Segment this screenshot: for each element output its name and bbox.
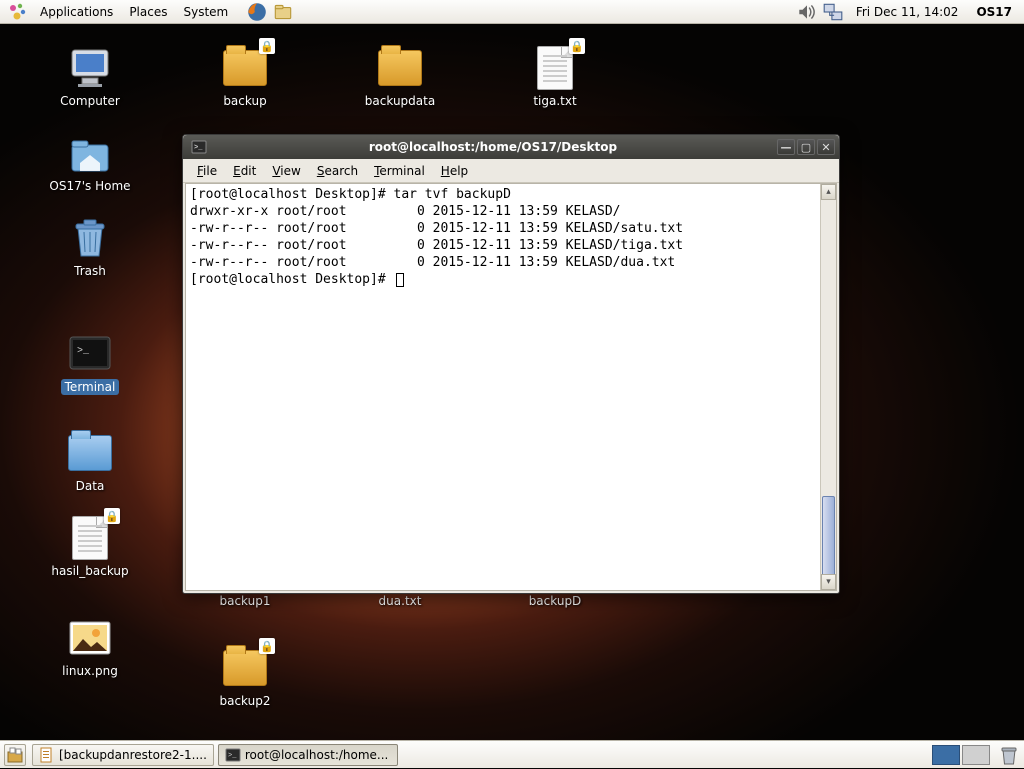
icon-label: Terminal (61, 379, 120, 395)
task-button-terminal[interactable]: >_ root@localhost:/home... (218, 744, 398, 766)
minimize-button[interactable]: — (777, 139, 795, 155)
terminal-titlebar-icon: >_ (191, 139, 207, 155)
svg-text:>_: >_ (77, 346, 90, 357)
icon-label: backup (223, 94, 266, 108)
icon-label: backupD (529, 594, 582, 608)
trash-desktop-icon[interactable]: Trash (35, 214, 145, 278)
icon-label: backup2 (219, 694, 270, 708)
terminal-output[interactable]: [root@localhost Desktop]# tar tvf backup… (186, 184, 820, 590)
lock-emblem-icon: 🔒 (104, 508, 120, 524)
applications-menu[interactable]: Applications (32, 2, 121, 22)
lock-emblem-icon: 🔒 (259, 38, 275, 54)
terminal-task-icon: >_ (225, 747, 241, 763)
icon-label: backupdata (365, 94, 435, 108)
desktop[interactable]: Computer OS17's Home Trash >_ Terminal D… (0, 24, 1024, 740)
user-menu[interactable]: OS17 (968, 5, 1020, 19)
clock[interactable]: Fri Dec 11, 14:02 (846, 5, 969, 19)
icon-label: dua.txt (379, 594, 422, 608)
backup-folder-icon[interactable]: 🔒 backup (190, 44, 300, 108)
nautilus-launcher-icon[interactable] (272, 1, 294, 23)
trash-applet-icon[interactable] (998, 744, 1020, 766)
icon-label: hasil_backup (51, 564, 128, 578)
svg-text:>_: >_ (228, 752, 237, 760)
icon-label: Computer (60, 94, 120, 108)
document-task-icon (39, 747, 55, 763)
home-desktop-icon[interactable]: OS17's Home (35, 129, 145, 193)
menu-view[interactable]: View (264, 162, 308, 180)
task-label: root@localhost:/home... (245, 748, 388, 762)
terminal-cursor (396, 273, 404, 287)
icon-label: OS17's Home (49, 179, 130, 193)
workspace-2[interactable] (962, 745, 990, 765)
terminal-desktop-icon[interactable]: >_ Terminal (35, 329, 145, 395)
icon-label: Trash (74, 264, 106, 278)
svg-text:>_: >_ (194, 144, 203, 152)
menu-search[interactable]: Search (309, 162, 366, 180)
lock-emblem-icon: 🔒 (569, 38, 585, 54)
data-folder-icon[interactable]: Data (35, 429, 145, 493)
bottom-panel: [backupdanrestore2-1.... >_ root@localho… (0, 740, 1024, 768)
hasil-backup-file-icon[interactable]: 🔒 hasil_backup (35, 514, 145, 578)
maximize-button[interactable]: ▢ (797, 139, 815, 155)
icon-label: tiga.txt (533, 94, 576, 108)
volume-icon[interactable] (796, 1, 818, 23)
window-titlebar[interactable]: >_ root@localhost:/home/OS17/Desktop — ▢… (183, 135, 839, 159)
linux-png-icon[interactable]: linux.png (35, 614, 145, 678)
window-title: root@localhost:/home/OS17/Desktop (211, 140, 775, 154)
workspace-switcher[interactable] (932, 745, 990, 765)
terminal-scrollbar[interactable]: ▴ ▾ (820, 184, 836, 590)
network-icon[interactable] (822, 1, 844, 23)
menu-terminal[interactable]: Terminal (366, 162, 433, 180)
terminal-window: >_ root@localhost:/home/OS17/Desktop — ▢… (182, 134, 840, 594)
gnome-foot-icon (8, 2, 28, 22)
menu-help[interactable]: Help (433, 162, 476, 180)
scroll-up-button[interactable]: ▴ (821, 184, 836, 200)
places-menu[interactable]: Places (121, 2, 175, 22)
top-panel: Applications Places System Fri Dec 11, 1… (0, 0, 1024, 24)
terminal-menubar: File Edit View Search Terminal Help (183, 159, 839, 183)
icon-label: backup1 (219, 594, 270, 608)
firefox-launcher-icon[interactable] (246, 1, 268, 23)
menu-edit[interactable]: Edit (225, 162, 264, 180)
task-label: [backupdanrestore2-1.... (59, 748, 207, 762)
icon-label: Data (76, 479, 105, 493)
scroll-thumb[interactable] (822, 496, 835, 576)
workspace-1[interactable] (932, 745, 960, 765)
menu-file[interactable]: File (189, 162, 225, 180)
lock-emblem-icon: 🔒 (259, 638, 275, 654)
tiga-txt-file-icon[interactable]: 🔒 tiga.txt (500, 44, 610, 108)
close-button[interactable]: ✕ (817, 139, 835, 155)
terminal-body: [root@localhost Desktop]# tar tvf backup… (185, 183, 837, 591)
show-desktop-button[interactable] (4, 744, 26, 766)
scroll-down-button[interactable]: ▾ (821, 574, 836, 590)
backup2-folder-icon[interactable]: 🔒 backup2 (190, 644, 300, 708)
icon-label: linux.png (62, 664, 118, 678)
task-button-document[interactable]: [backupdanrestore2-1.... (32, 744, 214, 766)
system-menu[interactable]: System (175, 2, 236, 22)
computer-desktop-icon[interactable]: Computer (35, 44, 145, 108)
backupdata-folder-icon[interactable]: backupdata (345, 44, 455, 108)
